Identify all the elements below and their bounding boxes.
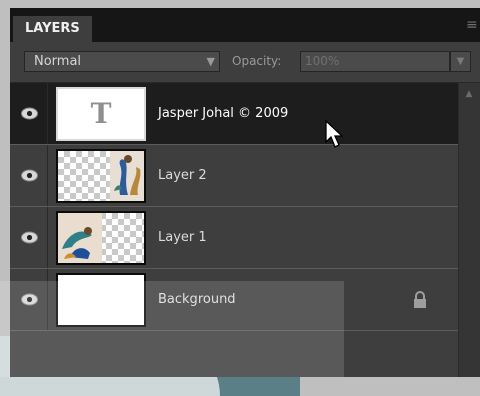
visibility-toggle[interactable] [10,207,48,268]
lock-icon[interactable] [410,290,430,310]
visibility-toggle[interactable] [10,145,48,206]
layers-scrollbar[interactable]: ▲ [458,83,480,377]
layer-row[interactable]: Layer 2 [10,145,458,207]
visibility-toggle[interactable] [10,83,48,144]
layer-name[interactable]: Layer 1 [158,207,207,269]
opacity-dropdown-button[interactable]: ▼ [450,51,471,72]
eye-icon [21,231,38,244]
eye-icon [21,107,38,120]
chevron-down-icon: ▼ [206,55,215,68]
layer-thumbnail-text: T [56,87,146,141]
layers-list: T Jasper Johal © 2009 Layer 2 Layer 1 Ba… [10,83,458,377]
layer-name[interactable]: Background [158,269,236,331]
panel-menu-icon[interactable]: ≡ [466,18,480,32]
visibility-toggle[interactable] [10,269,48,330]
layers-toolbar: Normal ▼ Opacity: 100% ▼ [10,42,480,83]
blend-mode-value: Normal [34,54,82,69]
panel-tab-bar: LAYERS ≡ [10,8,480,42]
opacity-label: Opacity: [232,54,282,68]
opacity-input[interactable]: 100% [300,51,450,72]
layer-thumbnail-image [56,149,146,203]
eye-icon [21,293,38,306]
tab-layers[interactable]: LAYERS [13,16,92,42]
layer-thumbnail-image [56,211,146,265]
text-layer-icon: T [90,97,112,130]
layer-row[interactable]: Background [10,269,458,331]
figure-thumbnail-art [58,213,102,263]
figure-thumbnail-art [110,151,144,201]
mouse-cursor-icon [325,120,344,148]
layer-name[interactable]: Jasper Johal © 2009 [158,83,288,145]
layers-panel: LAYERS ≡ Normal ▼ Opacity: 100% ▼ T Jasp… [10,8,480,377]
layer-row[interactable]: Layer 1 [10,207,458,269]
eye-icon [21,169,38,182]
layer-row[interactable]: T Jasper Johal © 2009 [10,83,458,145]
blend-mode-select[interactable]: Normal ▼ [24,51,220,72]
scroll-up-arrow-icon[interactable]: ▲ [462,87,476,101]
layer-name[interactable]: Layer 2 [158,145,207,207]
layer-thumbnail-background [56,273,146,327]
